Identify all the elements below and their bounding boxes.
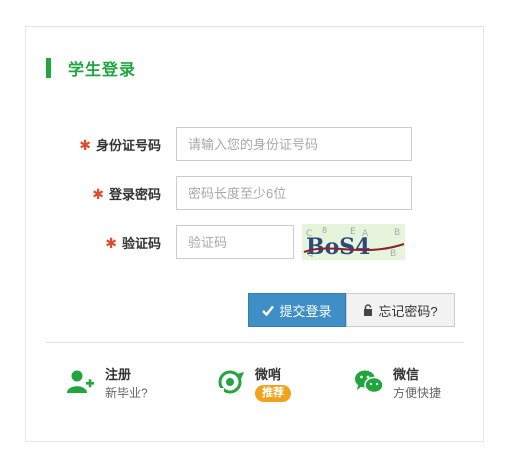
password-row: ✱ 登录密码 <box>26 176 412 210</box>
panel-header: 学生登录 <box>46 57 136 79</box>
svg-text:B: B <box>394 228 400 238</box>
submit-login-button[interactable]: 提交登录 <box>248 293 346 327</box>
login-panel: 学生登录 ✱身份证号码 ✱登录密码 ✱验证码 C 8 E A B B <box>25 26 484 442</box>
captcha-label: ✱ 验证码 <box>26 233 176 252</box>
register-sub: 新毕业? <box>105 386 148 400</box>
id-label-text: 身份证号码 <box>95 137 161 153</box>
required-mark: ✱ <box>92 185 104 202</box>
captcha-image[interactable]: C 8 E A B B Q BoS4 <box>302 224 405 260</box>
add-user-icon <box>66 367 96 397</box>
wechat-sub: 方便快捷 <box>393 386 442 400</box>
id-number-input[interactable] <box>176 127 412 161</box>
captcha-graphic: C 8 E A B B Q BoS4 <box>302 224 405 260</box>
divider <box>46 342 464 343</box>
password-label: ✱ 登录密码 <box>26 184 176 203</box>
password-input[interactable] <box>176 176 412 210</box>
id-label: ✱ 身份证号码 <box>26 135 176 154</box>
id-row: ✱ 身份证号码 <box>26 127 412 161</box>
submit-label: 提交登录 <box>279 303 332 319</box>
captcha-text: BoS4 <box>306 234 370 260</box>
wechat-icon <box>354 367 384 397</box>
check-icon <box>262 305 275 316</box>
weishao-icon <box>216 367 246 397</box>
password-label-text: 登录密码 <box>108 186 161 202</box>
forgot-label: 忘记密码? <box>378 303 438 319</box>
captcha-input[interactable] <box>176 225 294 259</box>
register-title: 注册 <box>105 367 132 382</box>
captcha-row: ✱验证码 C 8 E A B B Q BoS4 <box>26 224 405 260</box>
forgot-password-button[interactable]: 忘记密码? <box>346 293 455 327</box>
weishao-link[interactable]: 微哨 推荐 <box>216 367 291 402</box>
captcha-label-text: 验证码 <box>121 235 161 251</box>
wechat-link[interactable]: 微信 方便快捷 <box>354 367 441 401</box>
required-mark: ✱ <box>105 234 117 251</box>
weishao-title: 微哨 <box>255 367 282 382</box>
wechat-title: 微信 <box>393 367 420 382</box>
lock-icon <box>363 304 373 316</box>
recommend-badge: 推荐 <box>255 385 291 402</box>
svg-text:B: B <box>390 249 396 259</box>
title-accent-bar <box>46 58 51 78</box>
required-mark: ✱ <box>79 136 91 153</box>
register-link[interactable]: 注册 新毕业? <box>66 367 148 401</box>
panel-title: 学生登录 <box>68 62 137 79</box>
